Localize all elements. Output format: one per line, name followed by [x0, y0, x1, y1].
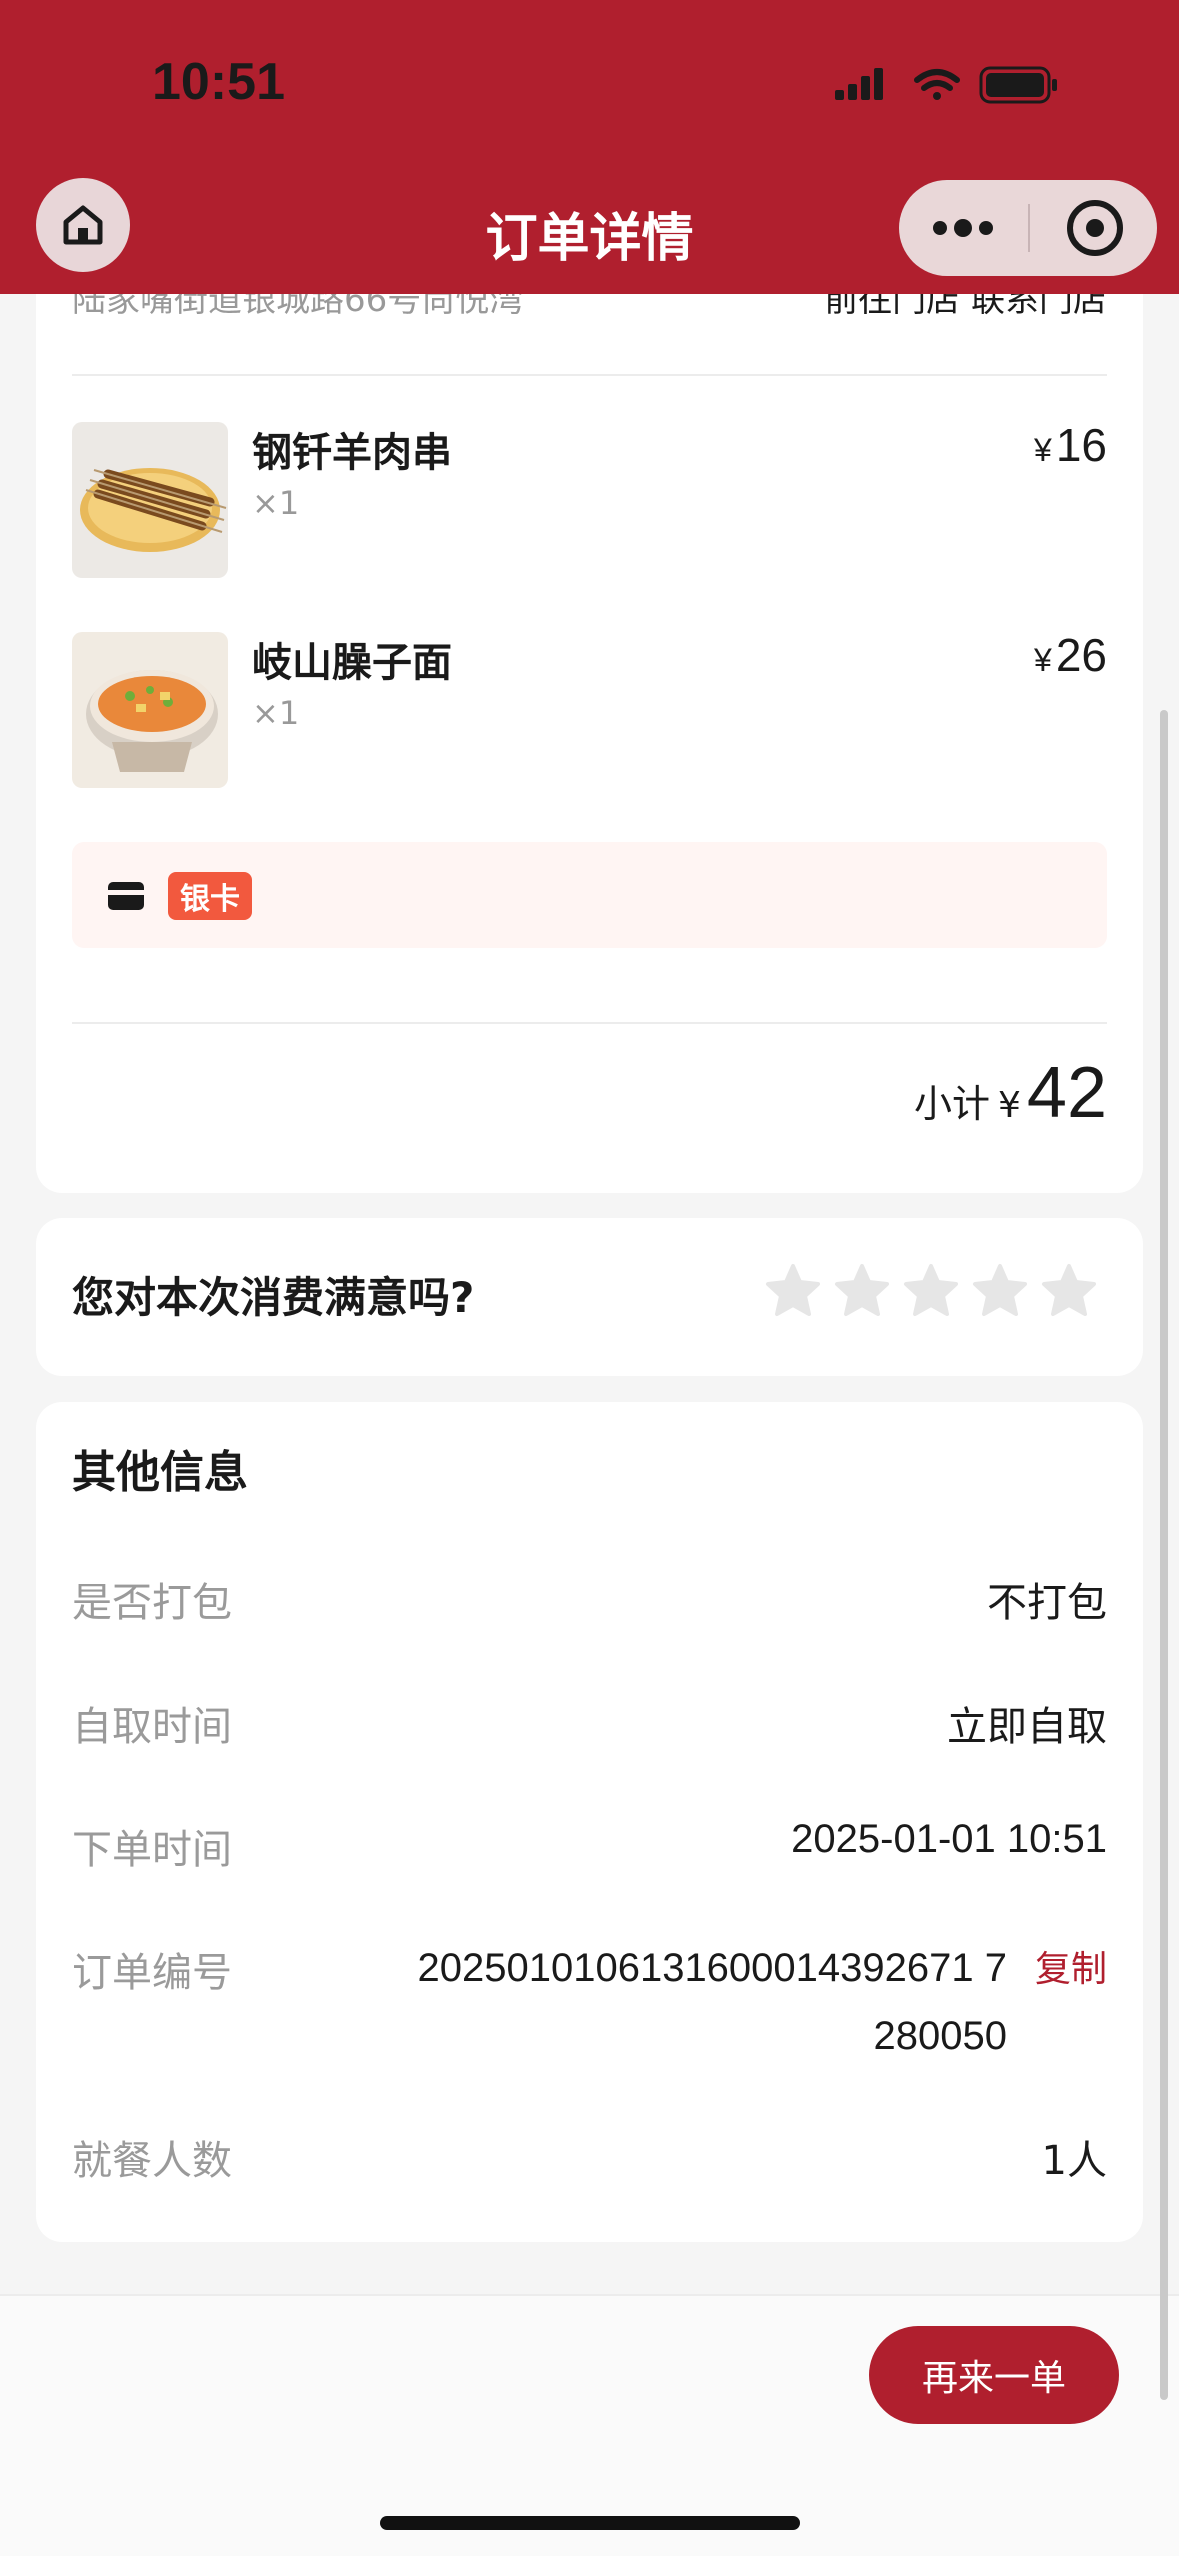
- close-target-icon[interactable]: [1067, 200, 1123, 256]
- star-icon[interactable]: [1040, 1262, 1098, 1320]
- more-icon[interactable]: [933, 210, 993, 246]
- item-qty: ×1: [252, 694, 300, 732]
- wifi-icon: [914, 69, 960, 100]
- card-icon: [108, 882, 144, 910]
- divider: [72, 1022, 1107, 1024]
- star-icon[interactable]: [971, 1262, 1029, 1320]
- info-value-order-time: 2025-01-01 10:51: [791, 1817, 1107, 1861]
- rating-question: 您对本次消费满意吗?: [72, 1273, 475, 1322]
- info-label-order-time: 下单时间: [72, 1827, 232, 1873]
- copy-button[interactable]: 复制: [1035, 1940, 1107, 1992]
- info-value-pickup-time: 立即自取: [947, 1704, 1107, 1750]
- reorder-button[interactable]: 再来一单: [869, 2326, 1119, 2424]
- section-title: 其他信息: [72, 1447, 248, 1498]
- item-qty: ×1: [252, 484, 300, 522]
- info-label-order-number: 订单编号: [72, 1950, 232, 1996]
- info-value-packing: 不打包: [987, 1580, 1107, 1626]
- item-price: ¥26: [1034, 629, 1107, 681]
- signal-icon: [835, 68, 883, 100]
- item-price: ¥16: [1034, 419, 1107, 471]
- subtotal: 小计 ¥ 42: [913, 1053, 1107, 1133]
- info-label-packing: 是否打包: [72, 1580, 232, 1626]
- membership-tag: 银卡: [168, 872, 252, 920]
- star-icon[interactable]: [833, 1262, 891, 1320]
- item-image: [72, 422, 228, 578]
- item-name: 岐山臊子面: [252, 640, 452, 686]
- star-rating[interactable]: [764, 1262, 1098, 1320]
- info-value-diners: 1人: [1041, 2138, 1107, 2184]
- info-label-diners: 就餐人数: [72, 2138, 232, 2184]
- subtotal-amount: 42: [1026, 1053, 1107, 1133]
- home-indicator: [380, 2516, 800, 2530]
- item-name: 钢钎羊肉串: [252, 430, 452, 476]
- info-value-order-number: 2025010106131600014392671 7280050: [417, 1946, 1007, 2058]
- star-icon[interactable]: [764, 1262, 822, 1320]
- top-header: 10:51 订单详情: [0, 0, 1179, 294]
- item-image: [72, 632, 228, 788]
- divider: [72, 374, 1107, 376]
- info-label-pickup-time: 自取时间: [72, 1704, 232, 1750]
- status-icons: [835, 62, 1075, 110]
- payment-method: 银卡: [72, 842, 1107, 948]
- mini-program-capsule: [899, 180, 1157, 276]
- status-time: 10:51: [152, 53, 285, 111]
- star-icon[interactable]: [902, 1262, 960, 1320]
- battery-icon: [979, 66, 1057, 104]
- scrollbar[interactable]: [1160, 710, 1168, 2400]
